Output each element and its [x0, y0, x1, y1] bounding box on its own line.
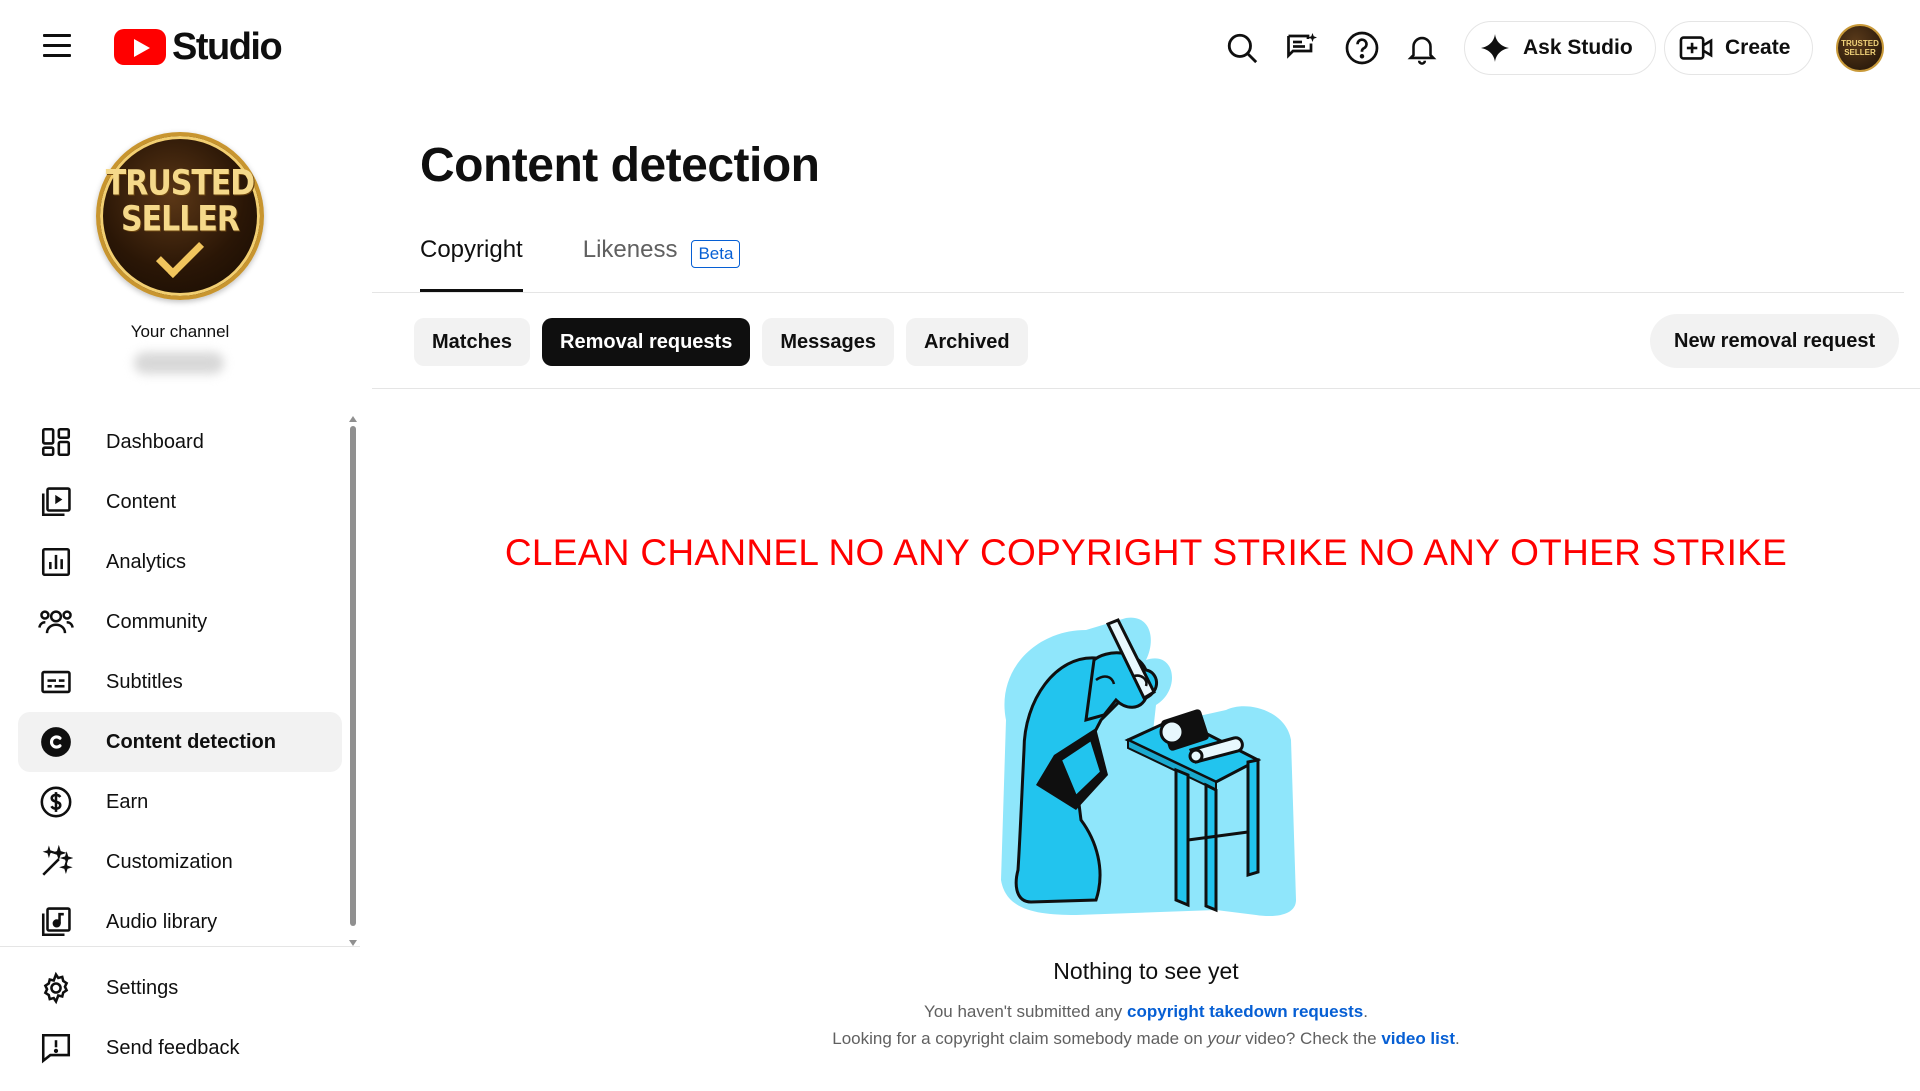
content-icon: [36, 482, 76, 522]
channel-avatar[interactable]: TRUSTED SELLER: [96, 132, 264, 300]
magic-wand-icon: [36, 842, 76, 882]
sidebar: TRUSTED SELLER Your channel Dashboard Co…: [0, 96, 360, 1091]
account-avatar[interactable]: TRUSTED SELLER: [1836, 24, 1884, 72]
sidebar-scrollbar[interactable]: [348, 416, 358, 946]
sidebar-item-label: Subtitles: [106, 670, 183, 693]
search-icon[interactable]: [1222, 28, 1262, 68]
sidebar-item-label: Analytics: [106, 550, 187, 573]
youtube-studio-logo[interactable]: Studio: [114, 24, 283, 70]
tabs-divider: [372, 292, 1904, 293]
feedback-icon: [36, 1028, 76, 1068]
account-avatar-text: TRUSTED SELLER: [1841, 39, 1879, 57]
analytics-icon: [36, 542, 76, 582]
tab-copyright[interactable]: Copyright: [420, 236, 523, 292]
scrollbar-thumb[interactable]: [350, 426, 356, 926]
sidebar-item-dashboard[interactable]: Dashboard: [18, 412, 342, 472]
empty-line2-text: Looking for a copyright claim somebody m…: [832, 1029, 1208, 1048]
page-title: Content detection: [420, 139, 820, 192]
sidebar-item-label: Settings: [106, 976, 179, 999]
sidebar-item-earn[interactable]: Earn: [18, 772, 342, 832]
copyright-takedown-requests-link[interactable]: copyright takedown requests: [1127, 1002, 1363, 1021]
tab-label: Copyright: [420, 236, 523, 263]
chip-removal-requests[interactable]: Removal requests: [542, 318, 751, 366]
logo-text: Studio: [172, 25, 283, 68]
empty-state-title: Nothing to see yet: [1053, 958, 1239, 984]
empty-line2-emphasis: your: [1207, 1029, 1241, 1048]
filter-chips: Matches Removal requests Messages Archiv…: [414, 318, 1040, 366]
sidebar-item-label: Customization: [106, 850, 233, 873]
your-channel-label: Your channel: [130, 322, 230, 341]
empty-line2-suffix: .: [1455, 1029, 1460, 1048]
community-icon: [36, 602, 76, 642]
video-list-link[interactable]: video list: [1381, 1029, 1455, 1048]
sidebar-item-customization[interactable]: Customization: [18, 832, 342, 892]
chip-messages[interactable]: Messages: [762, 318, 894, 366]
sidebar-item-settings[interactable]: Settings: [18, 958, 342, 1018]
sidebar-item-label: Send feedback: [106, 1036, 240, 1059]
tabs: Copyright Likeness Beta: [420, 236, 800, 292]
chip-matches[interactable]: Matches: [414, 318, 531, 366]
menu-icon[interactable]: [40, 34, 74, 62]
sidebar-item-label: Earn: [106, 790, 149, 813]
create-button[interactable]: Create: [1664, 21, 1814, 75]
create-label: Create: [1725, 36, 1791, 59]
empty-line1-text: You haven't submitted any: [924, 1002, 1128, 1021]
copyright-icon: [36, 722, 76, 762]
chips-divider: [372, 388, 1920, 389]
top-bar: Studio Ask Studio Create TRUSTED SELLER: [0, 0, 1920, 96]
tab-likeness[interactable]: Likeness Beta: [583, 236, 741, 292]
help-icon[interactable]: [1342, 28, 1382, 68]
ask-studio-button[interactable]: Ask Studio: [1464, 21, 1656, 75]
bell-icon[interactable]: [1402, 28, 1442, 68]
feedback-chat-icon[interactable]: [1282, 28, 1322, 68]
sidebar-item-label: Content detection: [106, 730, 276, 753]
dollar-icon: [36, 782, 76, 822]
sparkle-icon: [1481, 34, 1509, 62]
sidebar-item-label: Dashboard: [106, 430, 204, 453]
create-video-icon: [1679, 36, 1713, 60]
sidebar-item-send-feedback[interactable]: Send feedback: [18, 1018, 342, 1078]
sidebar-bottom-nav: Settings Send feedback: [18, 958, 342, 1078]
sidebar-item-audio-library[interactable]: Audio library: [18, 892, 342, 952]
dashboard-icon: [36, 422, 76, 462]
sidebar-item-label: Community: [106, 610, 208, 633]
sidebar-item-label: Content: [106, 490, 177, 513]
sidebar-item-content[interactable]: Content: [18, 472, 342, 532]
empty-state-illustration: [1001, 617, 1296, 917]
sidebar-item-content-detection[interactable]: Content detection: [18, 712, 342, 772]
sidebar-divider: [0, 946, 360, 947]
channel-badge-line2: SELLER: [121, 199, 240, 240]
chip-archived[interactable]: Archived: [905, 318, 1028, 366]
empty-state-line-1: You haven't submitted any copyright take…: [372, 1002, 1920, 1022]
empty-line1-suffix: .: [1363, 1002, 1368, 1021]
sidebar-item-subtitles[interactable]: Subtitles: [18, 652, 342, 712]
subtitles-icon: [36, 662, 76, 702]
youtube-play-icon: [114, 29, 166, 65]
scroll-up-icon[interactable]: [349, 416, 357, 422]
sidebar-item-analytics[interactable]: Analytics: [18, 532, 342, 592]
new-removal-request-button[interactable]: New removal request: [1650, 314, 1900, 368]
overlay-banner-text: CLEAN CHANNEL NO ANY COPYRIGHT STRIKE NO…: [504, 532, 1788, 573]
ask-studio-label: Ask Studio: [1523, 36, 1633, 59]
empty-line2-middle: video? Check the: [1240, 1029, 1382, 1048]
tab-label: Likeness: [582, 236, 678, 263]
audio-library-icon: [36, 902, 76, 942]
empty-state-line-2: Looking for a copyright claim somebody m…: [372, 1029, 1920, 1049]
sidebar-item-community[interactable]: Community: [18, 592, 342, 652]
sidebar-item-label: Audio library: [106, 910, 218, 933]
beta-badge: Beta: [691, 240, 741, 268]
channel-name-blurred: [134, 352, 224, 374]
sidebar-nav: Dashboard Content Analytics Community Su…: [18, 412, 342, 952]
gear-icon: [36, 968, 76, 1008]
